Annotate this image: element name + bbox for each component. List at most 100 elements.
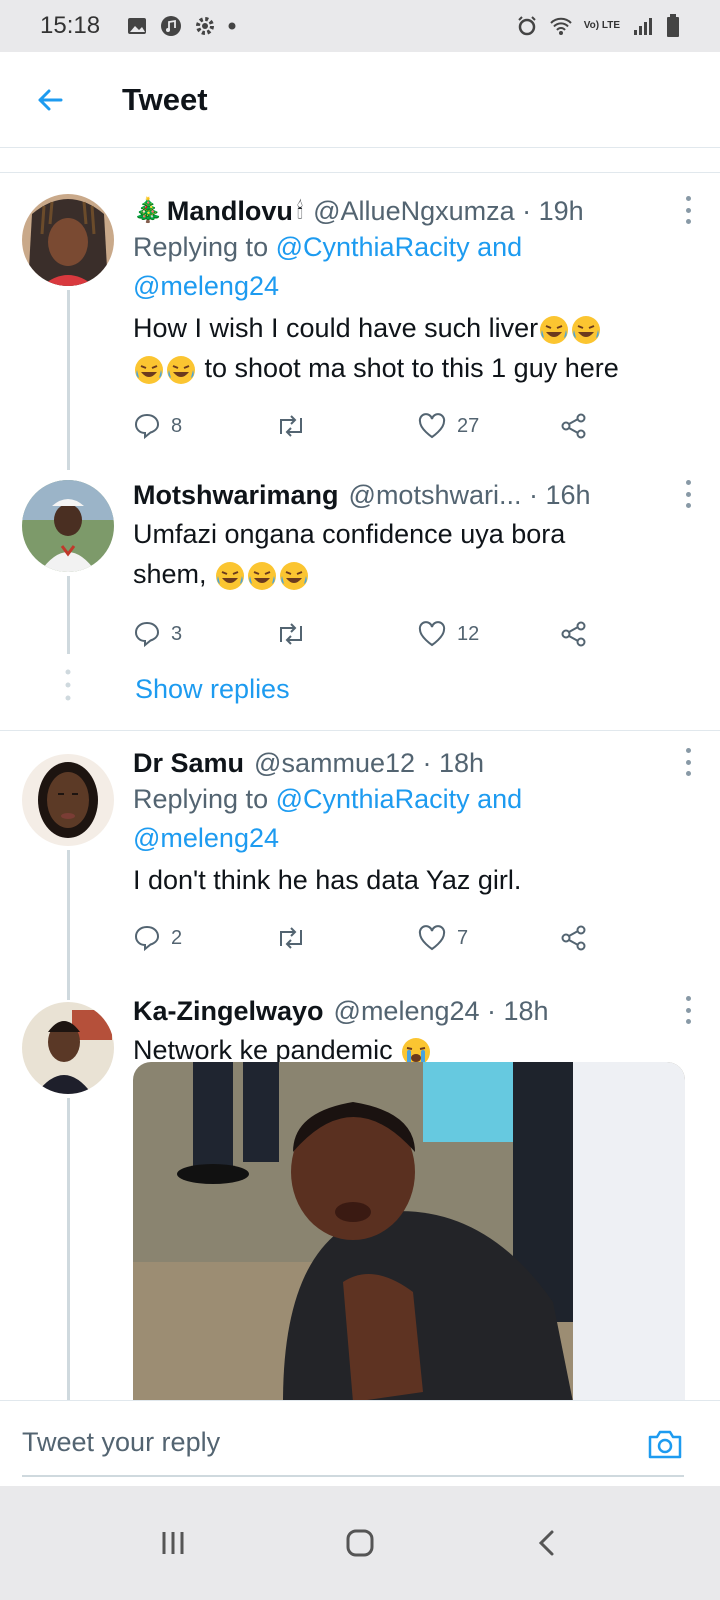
app-header: Tweet [0, 52, 720, 148]
page-title: Tweet [122, 81, 208, 117]
tweet-actions: 2 7 [133, 918, 693, 958]
status-bar: 15:18 Vo) LTE [0, 0, 720, 52]
status-time: 15:18 [40, 12, 101, 39]
laughing-crying-emoji-icon [135, 355, 163, 384]
laughing-crying-emoji-icon [167, 355, 195, 384]
author-handle: @meleng24 · 18h [333, 996, 549, 1026]
battery-icon [667, 14, 679, 37]
show-replies-link[interactable]: Show replies [135, 674, 290, 705]
author-handle: @sammue12 · 18h [254, 748, 485, 778]
laughing-crying-emoji-icon [248, 561, 277, 590]
share-icon [561, 621, 586, 647]
retweet-button[interactable] [275, 924, 417, 952]
tweet-content: 🎄 Mandlovu 🕯 @AllueNgxumza · 19h Replyin… [133, 194, 693, 446]
share-button[interactable] [559, 924, 589, 952]
tweet-mandlovu[interactable]: 🎄 Mandlovu 🕯 @AllueNgxumza · 19h Replyin… [0, 190, 720, 470]
recents-button[interactable] [143, 1513, 203, 1573]
tweet-header: 🎄 Mandlovu 🕯 @AllueNgxumza · 19h [133, 194, 693, 228]
thread-line [67, 290, 70, 470]
thread-dots-icon [65, 669, 71, 701]
laughing-crying-emoji-icon [216, 561, 245, 590]
like-icon [418, 413, 446, 439]
more-icon[interactable] [683, 996, 693, 1024]
reply-count: 2 [171, 926, 183, 949]
back-button[interactable] [22, 72, 78, 128]
mention-link[interactable]: @CynthiaRacity [276, 784, 470, 814]
thread-line [67, 576, 70, 654]
tweet-dr-samu[interactable]: Dr Samu @sammue12 · 18h Replying to @Cyn… [0, 748, 720, 1000]
status-right: Vo) LTE [516, 14, 680, 38]
tweet-text-line: to shoot ma shot to this 1 guy here [204, 353, 619, 383]
retweet-icon [280, 927, 302, 949]
notification-dot-icon [228, 22, 236, 30]
tweet-text-line: Umfazi ongana confidence uya bora [133, 519, 566, 549]
retweet-button[interactable] [275, 620, 417, 648]
tweet-content: Dr Samu @sammue12 · 18h Replying to @Cyn… [133, 746, 693, 958]
replying-to: Replying to @CynthiaRacity and @meleng24 [133, 228, 693, 306]
recents-icon [162, 1532, 184, 1554]
tweet-actions: 3 12 [133, 614, 693, 654]
reply-input[interactable]: Tweet your reply [22, 1427, 220, 1458]
laughing-crying-emoji-icon [280, 561, 309, 590]
wifi-icon [549, 17, 572, 35]
camera-button[interactable] [646, 1425, 684, 1463]
retweet-button[interactable] [275, 412, 417, 440]
candle-emoji: 🕯 [296, 198, 304, 223]
home-button[interactable] [330, 1513, 390, 1573]
tweet-header: Dr Samu @sammue12 · 18h [133, 746, 693, 780]
replying-label: Replying to [133, 232, 269, 262]
avatar[interactable] [22, 480, 114, 572]
tweet-header: Motshwarimang @motshwari... · 16h [133, 478, 693, 512]
like-button[interactable]: 7 [417, 924, 559, 952]
reply-button[interactable]: 8 [133, 412, 275, 440]
more-icon[interactable] [683, 748, 693, 776]
reply-icon [134, 621, 160, 648]
tweet-image[interactable] [133, 1062, 685, 1402]
mention-link[interactable]: @meleng24 [133, 823, 279, 853]
like-button[interactable]: 12 [417, 620, 559, 648]
author-name[interactable]: Mandlovu [167, 194, 293, 228]
like-button[interactable]: 27 [417, 412, 559, 440]
system-back-button[interactable] [517, 1513, 577, 1573]
author-name[interactable]: Dr Samu [133, 746, 244, 780]
replying-label: Replying to [133, 784, 269, 814]
author-handle: @AllueNgxumza · 19h [313, 196, 584, 226]
more-icon[interactable] [683, 480, 693, 508]
tweet-text: I don't think he has data Yaz girl. [133, 860, 693, 900]
and-others-link[interactable]: and [477, 232, 522, 262]
avatar[interactable] [22, 754, 114, 846]
laughing-crying-emoji-icon [572, 315, 601, 344]
reply-count: 3 [171, 622, 183, 645]
share-button[interactable] [559, 620, 589, 648]
tweet-actions: 8 27 [133, 406, 693, 446]
thread-line [67, 850, 70, 1000]
tree-emoji: 🎄 [133, 197, 163, 224]
more-icon[interactable] [683, 196, 693, 224]
share-icon [561, 925, 586, 951]
avatar[interactable] [22, 1002, 114, 1094]
tweet-motshwarimang[interactable]: Motshwarimang @motshwari... · 16h Umfazi… [0, 476, 720, 676]
tweet-text-line: Network ke pandemic [133, 1035, 393, 1065]
tweet-header: Ka-Zingelwayo @meleng24 · 18h [133, 994, 693, 1028]
mention-link[interactable]: @meleng24 [133, 271, 279, 301]
share-button[interactable] [559, 412, 589, 440]
like-count: 12 [457, 622, 480, 645]
author-name[interactable]: Ka-Zingelwayo [133, 994, 324, 1028]
laughing-crying-emoji-icon [540, 315, 569, 344]
avatar[interactable] [22, 194, 114, 286]
reply-button[interactable]: 3 [133, 620, 275, 648]
signal-icon [634, 18, 652, 35]
reply-button[interactable]: 2 [133, 924, 275, 952]
like-count: 27 [457, 414, 480, 437]
thread-line [67, 1098, 70, 1400]
mention-link[interactable]: @CynthiaRacity [276, 232, 470, 262]
and-others-link[interactable]: and [477, 784, 522, 814]
tweet-ka-zingelwayo[interactable]: Ka-Zingelwayo @meleng24 · 18h Network ke… [0, 996, 720, 1402]
back-arrow-icon [38, 89, 63, 110]
author-name[interactable]: Motshwarimang [133, 478, 339, 512]
camera-icon [648, 1430, 682, 1459]
tweet-text-line: shem, [133, 559, 207, 589]
reply-input-underline [22, 1475, 684, 1477]
tweet-text: Umfazi ongana confidence uya bora shem, [133, 514, 693, 594]
system-nav-bar [0, 1486, 720, 1600]
